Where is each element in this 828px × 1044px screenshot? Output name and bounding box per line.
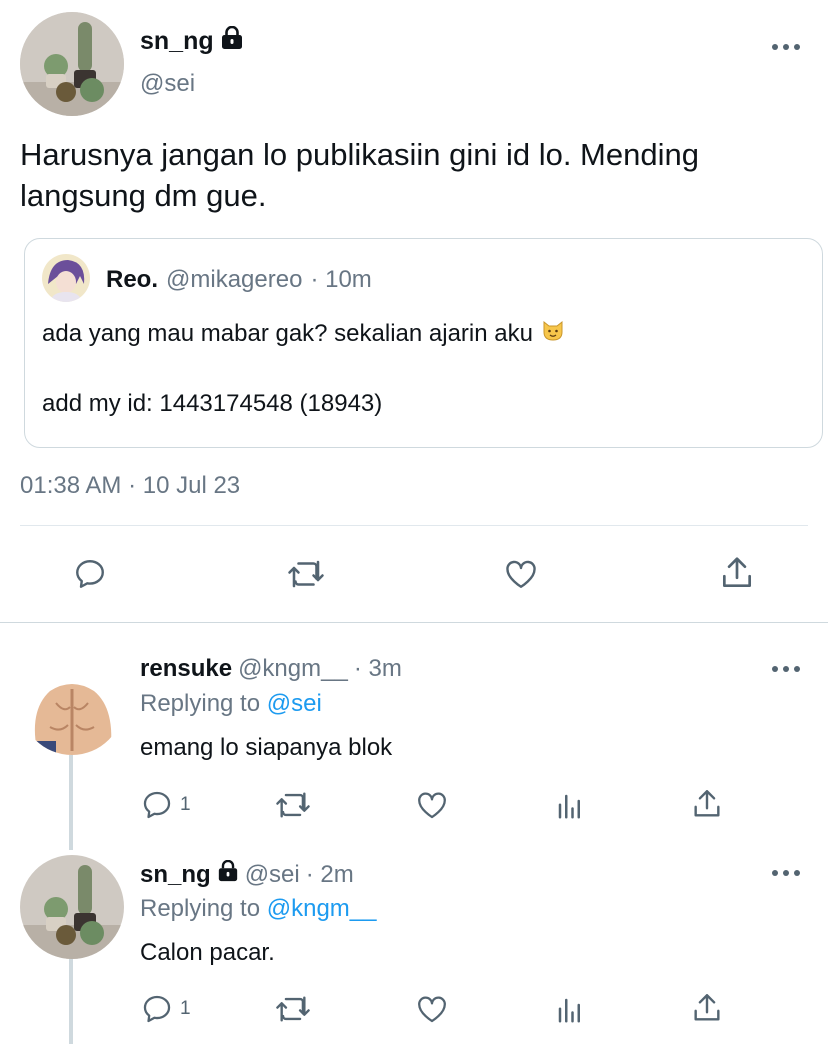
reply-header: rensuke @kngm__ · 3m [140, 655, 402, 683]
reply-icon [72, 556, 108, 592]
quote-handle[interactable]: @mikagereo [166, 266, 302, 294]
replying-to-link[interactable]: @kngm__ [267, 895, 377, 922]
reply-display-name[interactable]: rensuke [140, 655, 232, 683]
reply-handle[interactable]: @kngm__ [238, 655, 348, 683]
reply-handle[interactable]: @sei [245, 861, 300, 889]
share-button[interactable] [718, 554, 756, 592]
quote-display-name[interactable]: Reo. [106, 266, 158, 294]
share-icon [690, 786, 724, 822]
replying-to: Replying to @kngm__ [140, 895, 377, 922]
reply-time: · 3m [353, 655, 402, 682]
reply-count: 1 [180, 998, 191, 1019]
reply-header: sn_ng @sei · 2m [140, 859, 354, 889]
reply-icon [140, 788, 174, 822]
like-button[interactable] [414, 788, 450, 822]
analytics-icon [555, 790, 585, 822]
reply-time: · 2m [305, 860, 354, 888]
quote-avatar[interactable] [42, 254, 90, 302]
like-button[interactable] [414, 992, 450, 1026]
reply-avatar[interactable] [20, 855, 124, 959]
more-icon[interactable] [772, 664, 800, 674]
replying-to-link[interactable]: @sei [267, 690, 322, 717]
retweet-button[interactable] [286, 556, 326, 592]
retweet-button[interactable] [274, 992, 312, 1026]
reply-display-name[interactable]: sn_ng [140, 861, 211, 889]
like-icon [414, 992, 450, 1026]
reply-text: Calon pacar. [140, 939, 275, 966]
tweet-text: Harusnya jangan lo publikasiin gini id l… [20, 137, 699, 213]
more-icon[interactable] [772, 868, 800, 878]
share-icon [718, 554, 756, 592]
analytics-button[interactable] [555, 790, 585, 822]
more-icon[interactable] [772, 42, 800, 52]
analytics-icon [555, 994, 585, 1026]
quote-text-line-2: add my id: 1443174548 (18943) [42, 390, 383, 417]
reply-text: emang lo siapanya blok [140, 734, 393, 761]
main-handle[interactable]: @sei [140, 70, 195, 98]
retweet-button[interactable] [274, 788, 312, 822]
retweet-icon [286, 556, 326, 592]
lock-icon [220, 25, 244, 57]
reply-avatar[interactable] [20, 651, 124, 755]
reply-count: 1 [180, 794, 191, 815]
like-button[interactable] [502, 556, 540, 592]
reply-button[interactable]: 1 [140, 788, 191, 822]
like-icon [414, 788, 450, 822]
retweet-icon [274, 992, 312, 1026]
cat-emoji-icon [541, 318, 565, 349]
share-button[interactable] [690, 786, 724, 822]
quote-text-line: ada yang mau mabar gak? sekalian ajarin … [42, 318, 565, 349]
analytics-button[interactable] [555, 994, 585, 1026]
like-icon [502, 556, 540, 592]
reply-button[interactable] [72, 556, 108, 592]
lock-icon [217, 859, 239, 889]
tweet-timestamp[interactable]: 01:38 AM · 10 Jul 23 [20, 472, 240, 500]
main-avatar[interactable] [20, 12, 124, 116]
share-button[interactable] [690, 990, 724, 1026]
replying-to: Replying to @sei [140, 690, 322, 717]
retweet-icon [274, 788, 312, 822]
divider [20, 525, 808, 526]
quote-header: Reo. @mikagereo · 10m [106, 266, 372, 294]
reply-button[interactable]: 1 [140, 992, 191, 1026]
share-icon [690, 990, 724, 1026]
divider [0, 622, 828, 623]
reply-icon [140, 992, 174, 1026]
quote-time: · 10m [310, 266, 372, 293]
main-display-name[interactable]: sn_ng [140, 25, 244, 57]
